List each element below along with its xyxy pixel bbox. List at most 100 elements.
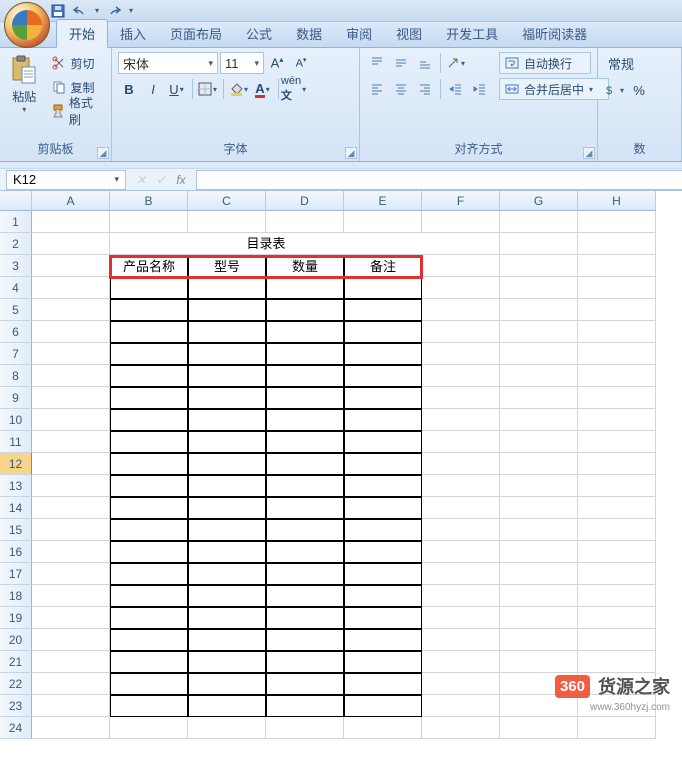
cell[interactable] — [500, 365, 578, 387]
cell[interactable] — [110, 629, 188, 651]
row-header[interactable]: 15 — [0, 519, 32, 541]
row-header[interactable]: 20 — [0, 629, 32, 651]
cell[interactable] — [422, 321, 500, 343]
cell[interactable] — [110, 497, 188, 519]
cell[interactable] — [500, 299, 578, 321]
cell[interactable] — [344, 475, 422, 497]
cell[interactable] — [32, 563, 110, 585]
cell[interactable] — [344, 585, 422, 607]
cell[interactable] — [500, 453, 578, 475]
tab-page-layout[interactable]: 页面布局 — [158, 20, 234, 47]
font-name-combo[interactable]: 宋体 ▾ — [118, 52, 218, 74]
fx-icon[interactable]: fx — [172, 173, 190, 187]
cell[interactable] — [578, 365, 656, 387]
cell[interactable] — [578, 321, 656, 343]
cell[interactable]: 目录表 — [110, 233, 422, 255]
tab-formulas[interactable]: 公式 — [234, 20, 284, 47]
cell[interactable] — [110, 453, 188, 475]
cell[interactable] — [32, 233, 110, 255]
cell[interactable] — [110, 673, 188, 695]
cell[interactable] — [32, 695, 110, 717]
formula-input[interactable] — [196, 170, 682, 190]
cell[interactable] — [32, 717, 110, 739]
cell[interactable] — [500, 497, 578, 519]
col-header-B[interactable]: B — [110, 191, 188, 211]
cell[interactable] — [344, 695, 422, 717]
cell[interactable] — [188, 299, 266, 321]
cell[interactable] — [188, 343, 266, 365]
row-header[interactable]: 10 — [0, 409, 32, 431]
shrink-font-button[interactable]: A▾ — [290, 52, 312, 74]
row-header[interactable]: 2 — [0, 233, 32, 255]
align-bottom-button[interactable] — [414, 52, 436, 74]
number-format-label[interactable]: 常规 — [604, 52, 638, 75]
cell[interactable] — [422, 563, 500, 585]
cell[interactable] — [266, 629, 344, 651]
col-header-A[interactable]: A — [32, 191, 110, 211]
cell[interactable] — [422, 453, 500, 475]
undo-icon[interactable] — [72, 3, 88, 19]
align-right-button[interactable] — [414, 78, 436, 100]
cell[interactable] — [110, 607, 188, 629]
align-middle-button[interactable] — [390, 52, 412, 74]
decrease-indent-button[interactable] — [445, 78, 467, 100]
row-header[interactable]: 19 — [0, 607, 32, 629]
cell[interactable] — [32, 321, 110, 343]
cell[interactable] — [578, 717, 656, 739]
align-top-button[interactable] — [366, 52, 388, 74]
italic-button[interactable]: I — [142, 78, 164, 100]
cell[interactable] — [110, 343, 188, 365]
orientation-button[interactable]: ▾ — [445, 52, 467, 74]
cell[interactable] — [32, 255, 110, 277]
col-header-H[interactable]: H — [578, 191, 656, 211]
col-header-G[interactable]: G — [500, 191, 578, 211]
currency-button[interactable]: $▾ — [604, 79, 626, 101]
cell[interactable] — [422, 519, 500, 541]
cell[interactable] — [32, 673, 110, 695]
row-header[interactable]: 6 — [0, 321, 32, 343]
cell[interactable] — [422, 299, 500, 321]
cell[interactable] — [266, 607, 344, 629]
cell[interactable] — [266, 299, 344, 321]
cell[interactable] — [266, 541, 344, 563]
cell[interactable] — [32, 497, 110, 519]
cell[interactable] — [266, 365, 344, 387]
cell[interactable] — [32, 431, 110, 453]
borders-button[interactable]: ▾ — [197, 78, 219, 100]
cell[interactable] — [578, 629, 656, 651]
cell[interactable] — [32, 453, 110, 475]
cell[interactable] — [110, 651, 188, 673]
grow-font-button[interactable]: A▴ — [266, 52, 288, 74]
underline-button[interactable]: U▾ — [166, 78, 188, 100]
cell[interactable] — [422, 365, 500, 387]
tab-developer[interactable]: 开发工具 — [434, 20, 510, 47]
row-header[interactable]: 9 — [0, 387, 32, 409]
row-header[interactable]: 21 — [0, 651, 32, 673]
cell[interactable] — [500, 409, 578, 431]
cell[interactable] — [344, 409, 422, 431]
cell[interactable] — [578, 343, 656, 365]
row-header[interactable]: 16 — [0, 541, 32, 563]
row-header[interactable]: 11 — [0, 431, 32, 453]
cell[interactable] — [578, 255, 656, 277]
row-header[interactable]: 5 — [0, 299, 32, 321]
cell[interactable] — [32, 607, 110, 629]
cell[interactable] — [32, 277, 110, 299]
cell[interactable] — [266, 563, 344, 585]
office-button[interactable] — [4, 2, 50, 48]
increase-indent-button[interactable] — [469, 78, 491, 100]
cell[interactable] — [32, 585, 110, 607]
cell[interactable] — [422, 585, 500, 607]
cell[interactable] — [110, 475, 188, 497]
cell[interactable] — [500, 585, 578, 607]
cell[interactable] — [266, 519, 344, 541]
cell[interactable] — [500, 343, 578, 365]
cell[interactable] — [266, 453, 344, 475]
align-left-button[interactable] — [366, 78, 388, 100]
cell[interactable] — [422, 651, 500, 673]
row-header[interactable]: 24 — [0, 717, 32, 739]
cell[interactable] — [110, 409, 188, 431]
cell[interactable] — [188, 519, 266, 541]
cell[interactable] — [266, 277, 344, 299]
cell[interactable] — [422, 387, 500, 409]
